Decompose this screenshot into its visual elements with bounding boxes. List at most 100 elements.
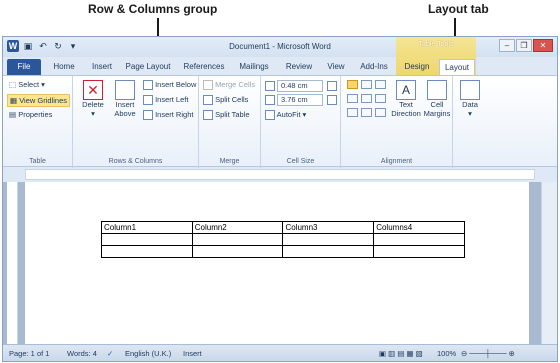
status-mode[interactable]: Insert [183, 349, 202, 358]
tab-layout[interactable]: Layout [439, 59, 475, 75]
table-cell[interactable] [373, 233, 465, 246]
vertical-ruler[interactable] [7, 182, 18, 344]
tab-design[interactable]: Design [399, 59, 435, 75]
ribbon-tabs: File Home Insert Page Layout References … [3, 57, 557, 75]
table-cell[interactable] [101, 233, 193, 246]
vertical-scrollbar[interactable] [541, 182, 557, 344]
annotation-layout-tab: Layout tab [428, 2, 489, 16]
data-button[interactable]: Data ▾ [457, 80, 483, 118]
data-group: Data ▾ [453, 76, 487, 168]
split-table-icon [203, 110, 213, 121]
table-group: ⬚ Select ▾ ▦ View Gridlines ▤ Properties… [3, 76, 73, 168]
column-width-input[interactable]: 3.76 cm [277, 94, 323, 106]
align-top-right-button[interactable] [375, 80, 386, 89]
merge-group: Merge Cells Split Cells Split Table Merg… [199, 76, 261, 168]
table-cell[interactable] [373, 245, 465, 258]
table-cell[interactable] [282, 245, 375, 258]
rows-columns-group-label: Rows & Columns [108, 158, 163, 165]
cell-margins-button[interactable]: Cell Margins [423, 80, 451, 118]
insert-below-icon [143, 80, 153, 91]
insert-right-button[interactable]: Insert Right [143, 110, 193, 121]
view-gridlines-button[interactable]: ▦ View Gridlines [7, 94, 70, 107]
insert-above-button[interactable]: Insert Above [111, 80, 139, 118]
cell-size-group: 0.48 cm 3.76 cm AutoFit ▾ Cell Size [261, 76, 341, 168]
close-icon[interactable]: ✕ [533, 39, 553, 52]
select-button[interactable]: ⬚ Select ▾ [9, 80, 45, 89]
table-cell[interactable]: Column1 [101, 221, 193, 234]
alignment-group: A Text Direction Cell Margins Alignment [341, 76, 453, 168]
align-bottom-left-button[interactable] [347, 108, 358, 117]
distribute-rows-icon[interactable] [327, 81, 337, 91]
status-page[interactable]: Page: 1 of 1 [9, 349, 49, 358]
table-group-label: Table [29, 158, 46, 165]
table-cell[interactable] [191, 245, 284, 258]
align-top-center-button[interactable] [361, 80, 372, 89]
word-window: W ▣ ↶ ↻ ▾ Table Tools Document1 - Micros… [2, 36, 558, 362]
tab-insert[interactable]: Insert [85, 59, 119, 75]
properties-button[interactable]: ▤ Properties [9, 110, 52, 119]
document-page[interactable]: Column1 Column2 Column3 Columns4 [25, 182, 529, 344]
tab-file[interactable]: File [7, 59, 41, 75]
data-icon [460, 80, 480, 100]
align-bottom-right-button[interactable] [375, 108, 386, 117]
window-controls: – ❐ ✕ [499, 39, 553, 52]
cell-margins-icon [427, 80, 447, 100]
insert-above-icon [115, 80, 135, 100]
table-row [101, 233, 465, 246]
tab-home[interactable]: Home [47, 59, 81, 75]
maximize-icon[interactable]: ❐ [516, 39, 532, 52]
view-buttons-icon[interactable]: ▣ ▥ ▤ ▦ ▧ [379, 349, 423, 358]
align-center-left-button[interactable] [347, 94, 358, 103]
align-bottom-center-button[interactable] [361, 108, 372, 117]
column-width-icon [265, 95, 275, 105]
distribute-columns-icon[interactable] [327, 95, 337, 105]
split-table-button[interactable]: Split Table [203, 110, 250, 121]
status-words[interactable]: Words: 4 [67, 349, 97, 358]
delete-button[interactable]: ✕ Delete ▾ [79, 80, 107, 118]
row-height-icon [265, 81, 275, 91]
status-bar: Page: 1 of 1 Words: 4 ✓ English (U.K.) I… [3, 344, 557, 361]
insert-left-button[interactable]: Insert Left [143, 95, 188, 106]
table-cell[interactable]: Columns4 [373, 221, 465, 234]
autofit-button[interactable]: AutoFit ▾ [265, 110, 306, 121]
align-top-left-button[interactable] [347, 80, 358, 89]
table-cell[interactable]: Column2 [191, 221, 284, 234]
annotation-row-columns-group: Row & Columns group [88, 2, 218, 16]
merge-cells-icon [203, 80, 213, 91]
window-title: Document1 - Microsoft Word [229, 42, 331, 51]
table-cell[interactable]: Column3 [282, 221, 375, 234]
split-cells-icon [203, 95, 213, 106]
align-center-right-button[interactable] [375, 94, 386, 103]
text-direction-icon: A [396, 80, 416, 100]
split-cells-button[interactable]: Split Cells [203, 95, 248, 106]
zoom-slider[interactable]: ⊖ ───┼─── ⊕ [461, 349, 515, 358]
document-table[interactable]: Column1 Column2 Column3 Columns4 [101, 221, 465, 258]
merge-group-label: Merge [219, 158, 240, 165]
text-direction-button[interactable]: A Text Direction [391, 80, 421, 118]
title-bar: W ▣ ↶ ↻ ▾ Table Tools Document1 - Micros… [3, 37, 557, 75]
tab-mailings[interactable]: Mailings [233, 59, 275, 75]
table-cell[interactable] [101, 245, 193, 258]
row-height-input[interactable]: 0.48 cm [277, 80, 323, 92]
insert-below-button[interactable]: Insert Below [143, 80, 196, 91]
horizontal-ruler[interactable] [25, 169, 535, 180]
merge-cells-button[interactable]: Merge Cells [203, 80, 255, 91]
align-center-button[interactable] [361, 94, 372, 103]
status-zoom[interactable]: 100% [437, 349, 456, 358]
gridlines-icon: ▦ [10, 96, 18, 105]
tab-view[interactable]: View [321, 59, 351, 75]
tab-add-ins[interactable]: Add-Ins [355, 59, 393, 75]
properties-icon: ▤ [9, 110, 17, 119]
autofit-icon [265, 110, 275, 121]
tab-page-layout[interactable]: Page Layout [123, 59, 173, 75]
status-language[interactable]: English (U.K.) [125, 349, 171, 358]
minimize-icon[interactable]: – [499, 39, 515, 52]
tab-references[interactable]: References [179, 59, 229, 75]
tab-review[interactable]: Review [281, 59, 317, 75]
proofing-check-icon[interactable]: ✓ [107, 349, 113, 358]
table-cell[interactable] [191, 233, 284, 246]
table-cell[interactable] [282, 233, 375, 246]
insert-right-icon [143, 110, 153, 121]
table-row: Column1 Column2 Column3 Columns4 [101, 221, 465, 234]
rows-columns-group: ✕ Delete ▾ Insert Above Insert Below Ins… [73, 76, 199, 168]
